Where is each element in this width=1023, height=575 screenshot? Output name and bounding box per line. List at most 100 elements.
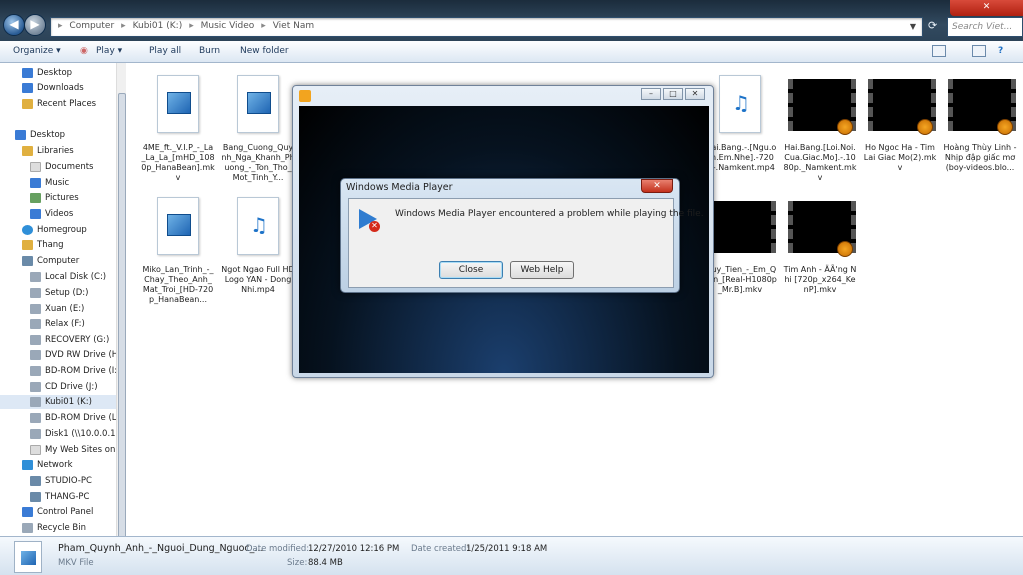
vlc-icon bbox=[997, 119, 1013, 135]
play-button[interactable]: Play ▾ bbox=[96, 46, 122, 56]
nav-item[interactable]: STUDIO-PC bbox=[30, 474, 92, 488]
size-label: Size: bbox=[287, 558, 308, 568]
nav-item[interactable]: Disk1 (\\10.0.0.1) bbox=[30, 427, 119, 441]
pictures-icon bbox=[30, 193, 41, 203]
file-item[interactable]: Bang_Cuong_Quynh_Nga_Khanh_Phuong_-_Ton_… bbox=[221, 71, 295, 183]
file-name: Ngot Ngao Full HD Logo YAN - Dong Nhi.mp… bbox=[221, 265, 295, 294]
drive-icon bbox=[30, 397, 41, 407]
nav-item[interactable]: Network bbox=[22, 458, 73, 472]
nav-item[interactable]: My Web Sites on bbox=[30, 443, 115, 457]
refresh-icon[interactable]: ⟳ bbox=[928, 19, 942, 35]
file-name: ...ai.Bang.-.[Ngu.oan.Em.Nhe].-720p.-.Na… bbox=[703, 143, 777, 172]
nav-item[interactable]: DVD RW Drive (H bbox=[30, 348, 118, 362]
dialog-title: Windows Media Player bbox=[346, 182, 453, 193]
address-bar[interactable]: ▸ Computer ▸ Kubi01 (K:) ▸ Music Video ▸ Vi… bbox=[50, 17, 923, 37]
nav-label: Libraries bbox=[37, 146, 74, 156]
dvd-drive-icon bbox=[30, 350, 41, 360]
breadcrumb-music-video[interactable]: Music Video bbox=[201, 21, 255, 31]
nav-item[interactable]: Documents bbox=[30, 160, 93, 174]
new-folder-button[interactable]: New folder bbox=[240, 46, 289, 56]
nav-item[interactable]: Pictures bbox=[30, 191, 79, 205]
file-item[interactable]: Miko_Lan_Trinh_-_Chay_Theo_Anh_Mat_Troi_… bbox=[141, 193, 215, 305]
nav-item[interactable]: Homegroup bbox=[22, 223, 87, 237]
nav-item[interactable]: Music bbox=[30, 176, 69, 190]
nav-item[interactable]: Videos bbox=[30, 207, 73, 221]
breadcrumb-computer[interactable]: Computer bbox=[69, 21, 114, 31]
back-button[interactable]: ◀ bbox=[3, 14, 25, 36]
nav-label: Thang bbox=[37, 240, 64, 250]
maximize-button[interactable]: □ bbox=[663, 88, 683, 100]
vlc-icon bbox=[917, 119, 933, 135]
nav-item[interactable]: THANG-PC bbox=[30, 490, 89, 504]
selected-file-name: Pham_Quynh_Anh_-_Nguoi_Dung_Nguoc_... bbox=[58, 543, 264, 554]
nav-label: Homegroup bbox=[37, 225, 87, 235]
command-bar: Organize ▾ ◉ Play ▾ Play all Burn New fo… bbox=[0, 41, 1023, 63]
network-icon bbox=[22, 460, 33, 470]
date-modified-value: 12/27/2010 12:16 PM bbox=[308, 544, 400, 554]
error-dialog: Windows Media Player ✕ ✕ Windows Media P… bbox=[340, 178, 704, 293]
nav-item[interactable]: Recycle Bin bbox=[22, 521, 86, 535]
close-button[interactable]: ✕ bbox=[685, 88, 705, 100]
nav-item[interactable]: CD Drive (J:) bbox=[30, 380, 98, 394]
nav-item[interactable]: BD-ROM Drive (I: bbox=[30, 364, 117, 378]
nav-item[interactable]: Computer bbox=[22, 254, 79, 268]
nav-scrollbar[interactable] bbox=[116, 63, 126, 543]
file-item[interactable]: 4ME_ft._V.I.P_-_La_La_La_[mHD_1080p_Hana… bbox=[141, 71, 215, 183]
breadcrumb-viet-nam[interactable]: Viet Nam bbox=[273, 21, 314, 31]
file-item[interactable]: Hoàng Thùy Linh - Nhịp đập giấc mơ (boy-… bbox=[943, 71, 1017, 173]
nav-item[interactable]: BD-ROM Drive (L bbox=[30, 411, 117, 425]
nav-item[interactable]: Setup (D:) bbox=[30, 286, 88, 300]
nav-label: Pictures bbox=[45, 193, 79, 203]
network-drive-icon bbox=[30, 429, 41, 439]
organize-button[interactable]: Organize ▾ bbox=[13, 46, 61, 56]
nav-item[interactable]: Control Panel bbox=[22, 505, 93, 519]
nav-item[interactable]: Recent Places bbox=[22, 97, 96, 111]
nav-item[interactable]: Libraries bbox=[22, 144, 74, 158]
close-button[interactable]: Close bbox=[439, 261, 503, 279]
preview-pane-icon[interactable] bbox=[972, 45, 986, 57]
drive-icon bbox=[30, 288, 41, 298]
forward-button[interactable]: ▶ bbox=[24, 14, 46, 36]
file-item[interactable]: Tim Anh - ÄÃ'ng Nhi [720p_x264_KenP].mkv bbox=[783, 193, 857, 295]
burn-button[interactable]: Burn bbox=[199, 46, 220, 56]
nav-item[interactable]: Downloads bbox=[22, 81, 84, 95]
nav-label: Disk1 (\\10.0.0.1) bbox=[45, 429, 119, 439]
file-item[interactable]: Ho Ngoc Ha - Tim Lai Giac Mo(2).mkv bbox=[863, 71, 937, 173]
recycle-bin-icon bbox=[22, 523, 33, 533]
scrollbar-thumb[interactable] bbox=[118, 93, 126, 543]
computer-icon bbox=[22, 256, 33, 266]
dialog-close-button[interactable]: ✕ bbox=[641, 179, 673, 193]
view-options-icon[interactable] bbox=[932, 45, 946, 57]
play-all-button[interactable]: Play all bbox=[149, 46, 181, 56]
close-window-button[interactable]: ✕ bbox=[950, 0, 1023, 16]
nav-label: Xuan (E:) bbox=[45, 304, 85, 314]
video-file-icon bbox=[167, 214, 191, 236]
address-dropdown-icon[interactable]: ▼ bbox=[910, 22, 916, 31]
nav-item[interactable]: Xuan (E:) bbox=[30, 302, 84, 316]
nav-item[interactable]: Relax (F:) bbox=[30, 317, 85, 331]
nav-label: Downloads bbox=[37, 83, 84, 93]
file-item[interactable]: Hai.Bang.[Loi.Noi.Cua.Giac.Mo].-.1080p._… bbox=[783, 71, 857, 183]
nav-label: BD-ROM Drive (L bbox=[45, 413, 117, 423]
help-icon[interactable]: ? bbox=[998, 46, 1003, 56]
minimize-button[interactable]: – bbox=[641, 88, 661, 100]
nav-item[interactable]: Local Disk (C:) bbox=[30, 270, 106, 284]
nav-item[interactable]: Thang bbox=[22, 238, 64, 252]
nav-item[interactable]: RECOVERY (G:) bbox=[30, 333, 109, 347]
nav-item[interactable]: Desktop bbox=[15, 128, 65, 142]
search-input[interactable]: Search Viet... bbox=[947, 17, 1023, 37]
breadcrumb-drive[interactable]: Kubi01 (K:) bbox=[133, 21, 183, 31]
media-player-logo-icon bbox=[299, 90, 311, 102]
nav-label: CD Drive (J:) bbox=[45, 382, 98, 392]
file-item[interactable]: ♫ ...ai.Bang.-.[Ngu.oan.Em.Nhe].-720p.-.… bbox=[703, 71, 777, 173]
nav-item[interactable]: Desktop bbox=[22, 66, 72, 80]
drive-icon bbox=[30, 319, 41, 329]
nav-label: Control Panel bbox=[37, 507, 94, 517]
web-help-button[interactable]: Web Help bbox=[510, 261, 574, 279]
nav-item-selected[interactable]: Kubi01 (K:) bbox=[0, 395, 116, 409]
nav-label: BD-ROM Drive (I: bbox=[45, 366, 118, 376]
date-created-value: 1/25/2011 9:18 AM bbox=[466, 544, 548, 554]
file-item[interactable]: ...uy_Tien_-_Em_Quen_[Real-H1080p_Mr.B].… bbox=[703, 193, 777, 295]
media-file-icon: ♫ bbox=[250, 213, 268, 237]
file-item[interactable]: ♫ Ngot Ngao Full HD Logo YAN - Dong Nhi.… bbox=[221, 193, 295, 295]
